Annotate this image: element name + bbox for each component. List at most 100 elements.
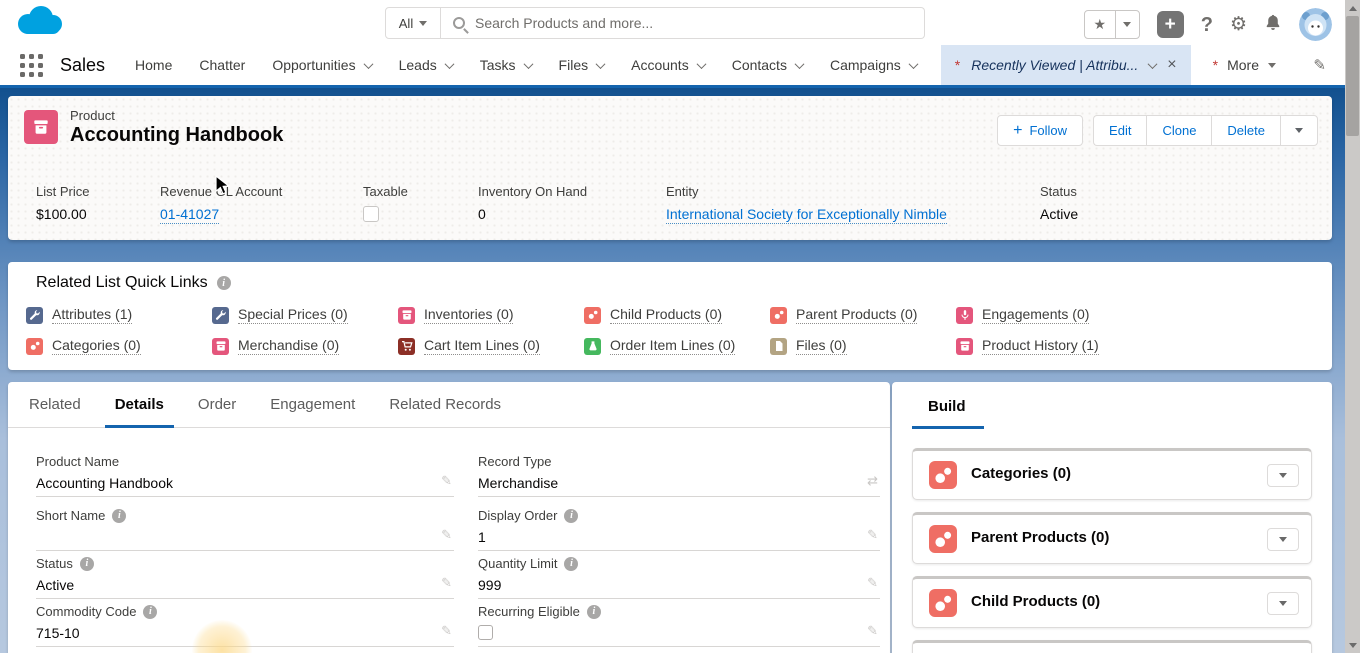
entity-link[interactable]: International Society for Exceptionally …: [666, 206, 947, 224]
record-header-card: Product Accounting Handbook +Follow Edit…: [8, 96, 1332, 240]
quick-link-product-history[interactable]: Product History (1): [956, 337, 1142, 355]
favorites-button[interactable]: ★: [1084, 10, 1140, 39]
build-tab-underline: [912, 426, 984, 429]
info-icon[interactable]: i: [80, 557, 94, 571]
expand-section-button[interactable]: [1267, 528, 1299, 551]
wrench-icon: [26, 307, 43, 324]
quick-link-inventories[interactable]: Inventories (0): [398, 306, 584, 324]
delete-button[interactable]: Delete: [1211, 115, 1280, 146]
quick-link-child-products[interactable]: Child Products (0): [584, 306, 770, 324]
quick-link-categories[interactable]: Categories (0): [26, 337, 212, 355]
clone-button[interactable]: Clone: [1146, 115, 1211, 146]
quick-link-files[interactable]: Files (0): [770, 337, 956, 355]
field-recurring-eligible: Recurring Eligiblei ✎: [478, 603, 880, 647]
edit-pencil-icon[interactable]: ✎: [441, 575, 452, 591]
edit-pencil-icon[interactable]: ✎: [441, 473, 452, 489]
info-icon[interactable]: i: [564, 557, 578, 571]
build-section-parent-products[interactable]: Parent Products (0): [912, 512, 1312, 564]
gears-icon: [929, 461, 957, 489]
recurring-eligible-checkbox[interactable]: [478, 625, 493, 640]
field-commodity-code: Commodity Codei 715-10 ✎: [36, 603, 454, 647]
tab-engagement[interactable]: Engagement: [260, 396, 365, 427]
scroll-up-arrow[interactable]: [1345, 1, 1360, 15]
global-header: All ★ + ? ⚙: [0, 0, 1360, 45]
search-input[interactable]: [475, 15, 912, 31]
tab-related[interactable]: Related: [19, 396, 91, 427]
nav-tab-chatter[interactable]: Chatter: [199, 57, 245, 73]
app-launcher-icon[interactable]: [20, 54, 43, 77]
nav-tab-home[interactable]: Home: [135, 57, 172, 73]
star-icon[interactable]: ★: [1085, 11, 1116, 38]
tab-order[interactable]: Order: [188, 396, 246, 427]
nav-tab-accounts[interactable]: Accounts: [631, 57, 705, 73]
global-actions-button[interactable]: +: [1157, 11, 1184, 38]
vertical-scrollbar[interactable]: [1345, 0, 1360, 653]
info-icon[interactable]: i: [564, 509, 578, 523]
info-icon[interactable]: i: [217, 276, 231, 290]
quick-link-attributes[interactable]: Attributes (1): [26, 306, 212, 324]
product-record-icon: [24, 110, 58, 144]
info-icon[interactable]: i: [587, 605, 601, 619]
scroll-down-arrow[interactable]: [1345, 638, 1360, 652]
nav-tab-campaigns[interactable]: Campaigns: [830, 57, 917, 73]
quick-link-engagements[interactable]: Engagements (0): [956, 306, 1142, 324]
help-icon[interactable]: ?: [1201, 15, 1213, 35]
tab-related-records[interactable]: Related Records: [379, 396, 511, 427]
search-field-wrap: [441, 7, 925, 39]
nav-tab-tasks[interactable]: Tasks: [480, 57, 532, 73]
more-actions-button[interactable]: [1280, 115, 1318, 146]
tab-details[interactable]: Details: [105, 396, 174, 427]
nav-tab-files[interactable]: Files: [559, 57, 605, 73]
edit-pencil-icon[interactable]: ✎: [867, 527, 878, 543]
favorites-menu-button[interactable]: [1116, 11, 1139, 38]
edit-pencil-icon[interactable]: ✎: [867, 575, 878, 591]
highlight-field-status: Status Active: [1040, 184, 1078, 222]
build-section-partial[interactable]: [912, 640, 1312, 653]
nav-active-tab-recently-viewed[interactable]: * Recently Viewed | Attribu... ×: [941, 45, 1191, 85]
search-scope-label: All: [399, 16, 413, 31]
taxable-checkbox[interactable]: [363, 206, 379, 222]
nav-tab-opportunities[interactable]: Opportunities: [272, 57, 371, 73]
setup-gear-icon[interactable]: ⚙: [1230, 15, 1247, 34]
info-icon[interactable]: i: [112, 509, 126, 523]
plus-icon: +: [1013, 122, 1022, 140]
quick-link-merchandise[interactable]: Merchandise (0): [212, 337, 398, 355]
notifications-bell-icon[interactable]: [1264, 13, 1282, 36]
build-section-child-products[interactable]: Child Products (0): [912, 576, 1312, 628]
quick-link-special-prices[interactable]: Special Prices (0): [212, 306, 398, 324]
nav-tab-leads[interactable]: Leads: [399, 57, 453, 73]
expand-section-button[interactable]: [1267, 464, 1299, 487]
nav-more-menu[interactable]: * More: [1213, 57, 1276, 73]
info-icon[interactable]: i: [143, 605, 157, 619]
action-button-group: Edit Clone Delete: [1093, 115, 1318, 146]
edit-button[interactable]: Edit: [1093, 115, 1146, 146]
edit-nav-pencil-icon[interactable]: ✎: [1313, 56, 1326, 74]
quick-links-grid: Attributes (1) Special Prices (0) Invent…: [26, 306, 1142, 355]
change-record-type-icon[interactable]: ⇄: [867, 473, 878, 489]
revenue-gl-account-link[interactable]: 01-41027: [160, 206, 219, 224]
chevron-down-icon: [696, 59, 706, 69]
user-avatar[interactable]: [1299, 8, 1332, 41]
app-name[interactable]: Sales: [60, 55, 105, 76]
tab-build[interactable]: Build: [928, 398, 966, 415]
gears-icon: [584, 307, 601, 324]
edit-pencil-icon[interactable]: ✎: [867, 623, 878, 639]
quick-link-parent-products[interactable]: Parent Products (0): [770, 306, 956, 324]
gears-icon: [26, 338, 43, 355]
build-section-categories[interactable]: Categories (0): [912, 448, 1312, 500]
close-tab-icon[interactable]: ×: [1167, 57, 1176, 73]
app-navigation-bar: Sales Home Chatter Opportunities Leads T…: [0, 45, 1360, 88]
edit-pencil-icon[interactable]: ✎: [441, 527, 452, 543]
chevron-down-icon[interactable]: [1148, 59, 1158, 69]
search-scope-selector[interactable]: All: [385, 7, 441, 39]
field-quantity-limit: Quantity Limiti 999 ✎: [478, 555, 880, 599]
quick-link-order-item-lines[interactable]: Order Item Lines (0): [584, 337, 770, 355]
follow-button[interactable]: +Follow: [997, 115, 1083, 146]
nav-tab-contacts[interactable]: Contacts: [732, 57, 803, 73]
scrollbar-thumb[interactable]: [1346, 16, 1359, 136]
expand-section-button[interactable]: [1267, 592, 1299, 615]
salesforce-logo[interactable]: [12, 2, 70, 47]
field-status: Statusi Active ✎: [36, 555, 454, 599]
edit-pencil-icon[interactable]: ✎: [441, 623, 452, 639]
quick-link-cart-item-lines[interactable]: Cart Item Lines (0): [398, 337, 584, 355]
